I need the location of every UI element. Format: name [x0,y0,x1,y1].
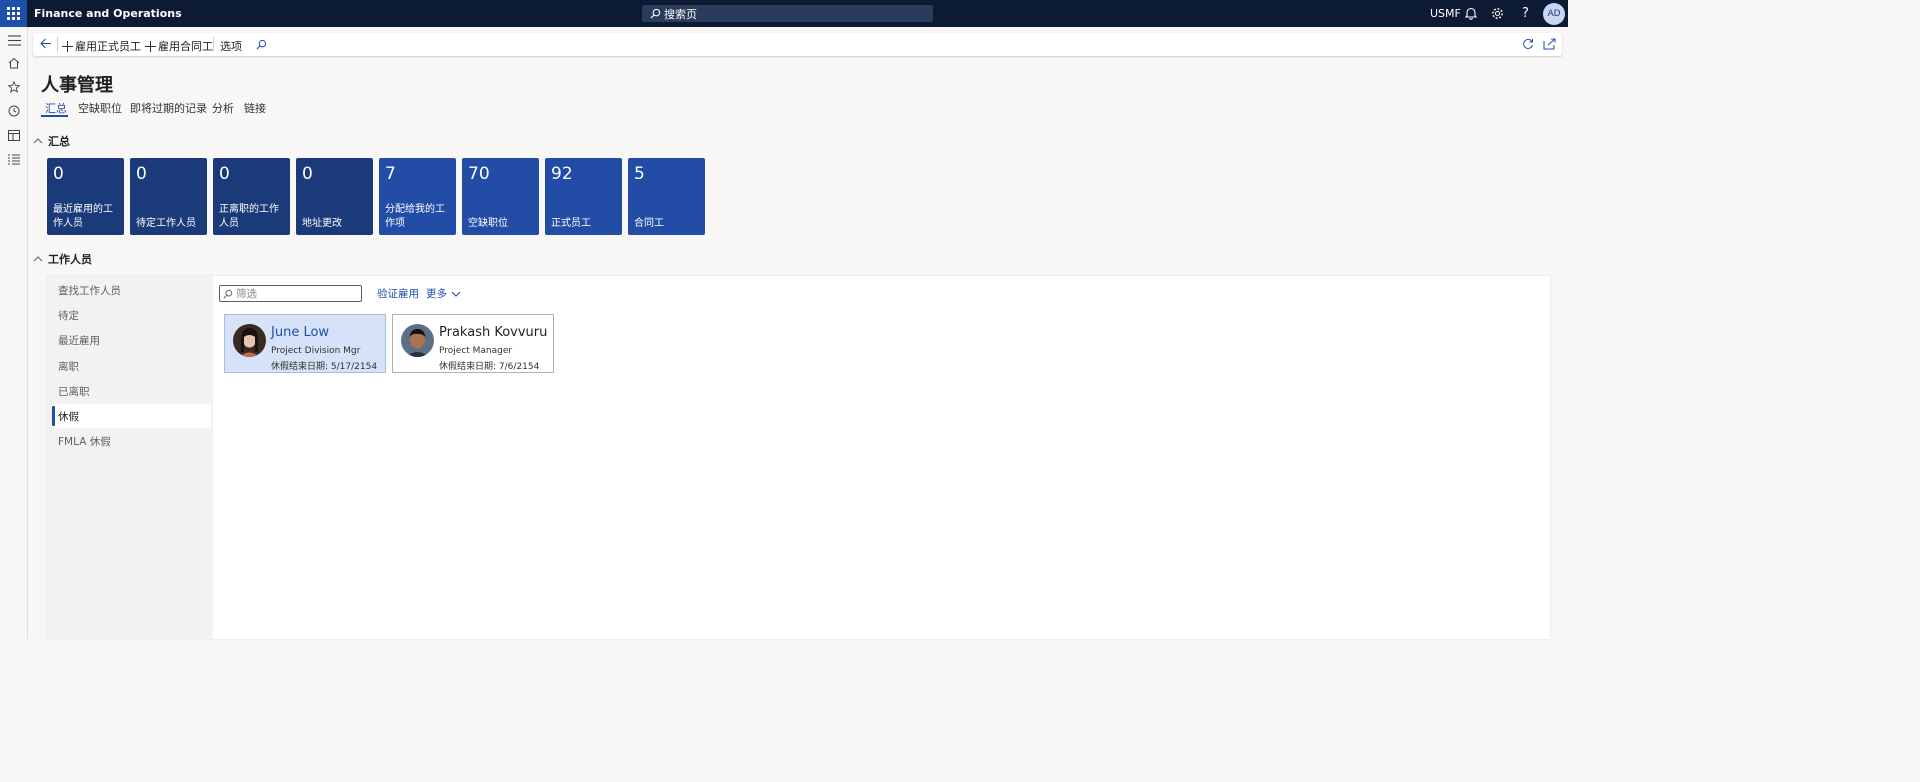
worker-name: June Low [271,325,330,340]
summary-section-toggle[interactable]: 汇总 [33,133,70,149]
back-arrow-icon [40,38,51,49]
tile-label: 合同工 [634,218,664,229]
bell-icon[interactable] [1463,6,1478,21]
plus-icon [145,40,156,52]
tile-count: 0 [136,164,147,184]
tile-label: 分配给我的工作项 [385,204,445,229]
tab-summary[interactable]: 汇总 [45,100,67,116]
nav-departing[interactable]: 离职 [52,354,211,378]
tile-label: 空缺职位 [468,218,508,229]
home-icon[interactable] [6,55,22,71]
tile-recently-hired[interactable]: 0 最近雇用的工作人员 [47,158,124,235]
filter-input[interactable]: 筛选 [219,285,362,302]
worker-role: Project Division Mgr [271,346,361,356]
global-search-input[interactable]: 搜索页 [642,5,933,22]
refresh-button[interactable] [1522,38,1534,50]
nav-on-leave[interactable]: 休假 [52,404,211,428]
top-nav-bar: Finance and Operations 搜索页 USMF ? AD [0,0,1568,27]
options-tab[interactable]: 选项 [220,38,242,54]
waffle-icon[interactable] [0,0,27,27]
tab-open-positions[interactable]: 空缺职位 [78,100,122,116]
tile-contractors[interactable]: 5 合同工 [628,158,705,235]
open-new-window-button[interactable] [1543,38,1556,50]
help-icon[interactable]: ? [1518,6,1533,21]
action-pane: 雇用正式员工 雇用合同工 选项 [33,33,1562,56]
global-search-placeholder: 搜索页 [664,7,697,21]
workers-panel: 查找工作人员 待定 最近雇用 离职 已离职 休假 FMLA 休假 筛选 验证雇用… [47,276,1550,639]
worker-photo [233,324,266,357]
chevron-up-icon [33,256,43,262]
worker-leave-end-date: 休假结束日期: 5/17/2154 [271,362,378,372]
tile-count: 0 [219,164,230,184]
workers-section-toggle[interactable]: 工作人员 [33,251,92,267]
tile-departing-workers[interactable]: 0 正离职的工作人员 [213,158,290,235]
plus-icon [62,40,73,52]
workspace-icon[interactable] [6,127,22,143]
refresh-icon [1523,38,1533,49]
nav-pending[interactable]: 待定 [52,303,211,327]
action-search-button[interactable] [256,39,267,50]
tile-employees[interactable]: 92 正式员工 [545,158,622,235]
search-icon [223,289,233,299]
hire-contractor-label: 雇用合同工 [158,40,213,53]
tile-label: 待定工作人员 [136,218,196,229]
verify-employment-button[interactable]: 验证雇用 [377,286,419,301]
tile-pending-workers[interactable]: 0 待定工作人员 [130,158,207,235]
tab-analytics[interactable]: 分析 [212,100,234,116]
chevron-down-icon [451,291,461,297]
tile-label: 地址更改 [302,218,342,229]
more-label: 更多 [426,288,447,300]
worker-name: Prakash Kovvuru [439,325,548,340]
tile-count: 5 [634,164,645,184]
workers-section-title: 工作人员 [48,253,92,266]
tile-count: 0 [53,164,64,184]
hire-employee-button[interactable]: 雇用正式员工 [62,38,141,54]
left-nav-rail [0,27,28,639]
star-icon[interactable] [6,79,22,95]
hire-contractor-button[interactable]: 雇用合同工 [145,38,213,54]
list-icon[interactable] [6,151,22,167]
chevron-up-icon [33,138,43,144]
worker-role: Project Manager [439,346,513,356]
user-avatar[interactable]: AD [1543,3,1565,25]
settings-icon[interactable] [1490,6,1505,21]
tile-label: 最近雇用的工作人员 [53,204,113,229]
search-icon [256,39,267,50]
open-new-icon [1543,38,1556,50]
more-button[interactable]: 更多 [426,286,461,301]
tile-count: 7 [385,164,396,184]
tile-label: 正离职的工作人员 [219,204,279,229]
tile-address-changes[interactable]: 0 地址更改 [296,158,373,235]
worker-leave-end-date: 休假结束日期: 7/6/2154 [439,362,540,372]
worker-card-prakash-kovvuru[interactable]: Prakash Kovvuru Project Manager 休假结束日期: … [392,314,554,373]
worker-card-june-low[interactable]: June Low Project Division Mgr 休假结束日期: 5/… [224,314,386,373]
tab-expiring-records[interactable]: 即将过期的记录 [130,100,207,116]
tile-label: 正式员工 [551,218,591,229]
company-selector[interactable]: USMF [1430,7,1461,20]
search-icon [650,8,661,19]
tile-count: 92 [551,164,573,184]
workers-nav: 查找工作人员 待定 最近雇用 离职 已离职 休假 FMLA 休假 [47,276,213,639]
nav-departed[interactable]: 已离职 [52,379,211,403]
nav-find-workers[interactable]: 查找工作人员 [52,278,211,302]
nav-fmla-leave[interactable]: FMLA 休假 [52,429,211,453]
nav-recently-hired[interactable]: 最近雇用 [52,328,211,352]
tab-links[interactable]: 链接 [244,100,266,116]
back-button[interactable] [40,38,52,49]
worker-photo [401,324,434,357]
hire-employee-label: 雇用正式员工 [75,40,141,53]
summary-section-title: 汇总 [48,135,70,148]
page-title: 人事管理 [41,75,113,96]
active-tab-indicator [41,115,68,117]
clock-icon[interactable] [6,103,22,119]
hamburger-icon[interactable] [6,32,22,48]
tile-open-positions[interactable]: 70 空缺职位 [462,158,539,235]
tile-count: 70 [468,164,490,184]
app-title[interactable]: Finance and Operations [34,7,182,20]
tile-my-work-items[interactable]: 7 分配给我的工作项 [379,158,456,235]
filter-placeholder: 筛选 [236,288,257,300]
tile-count: 0 [302,164,313,184]
